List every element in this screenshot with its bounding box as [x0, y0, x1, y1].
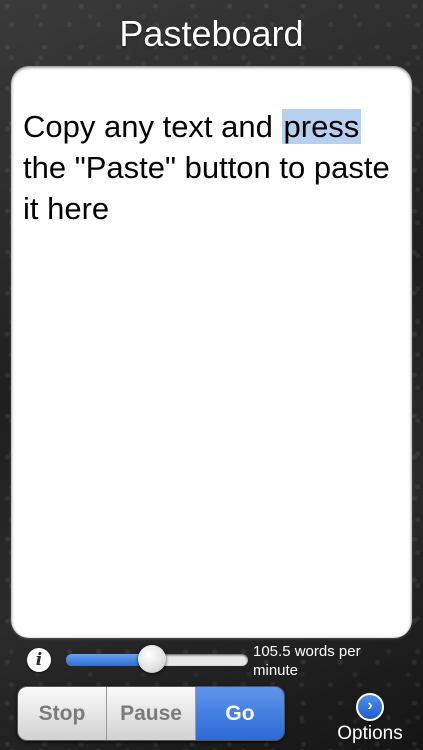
info-icon[interactable]: i [27, 648, 51, 672]
text-before-highlight: Copy any text and [23, 109, 282, 144]
speed-slider-thumb[interactable] [137, 645, 166, 673]
text-after-highlight: the "Paste" button to paste it here [23, 150, 390, 226]
options-button[interactable]: › Options [330, 693, 410, 747]
pause-button[interactable]: Pause [107, 687, 196, 740]
page-title: Pasteboard [119, 13, 304, 54]
options-label: Options [337, 723, 403, 744]
pasteboard-text-area[interactable]: Copy any text and press the "Paste" butt… [11, 66, 412, 638]
highlighted-word: press [281, 109, 362, 144]
chevron-right-circle-icon: › [356, 693, 384, 721]
app-screen: Pasteboard Copy any text and press the "… [0, 0, 423, 750]
words-per-minute-label: 105.5 words per minute [253, 643, 361, 679]
pasteboard-text: Copy any text and press the "Paste" butt… [23, 106, 394, 229]
playback-segmented-control: Stop Pause Go [17, 686, 285, 741]
stop-button[interactable]: Stop [18, 687, 107, 740]
go-button[interactable]: Go [196, 687, 284, 740]
